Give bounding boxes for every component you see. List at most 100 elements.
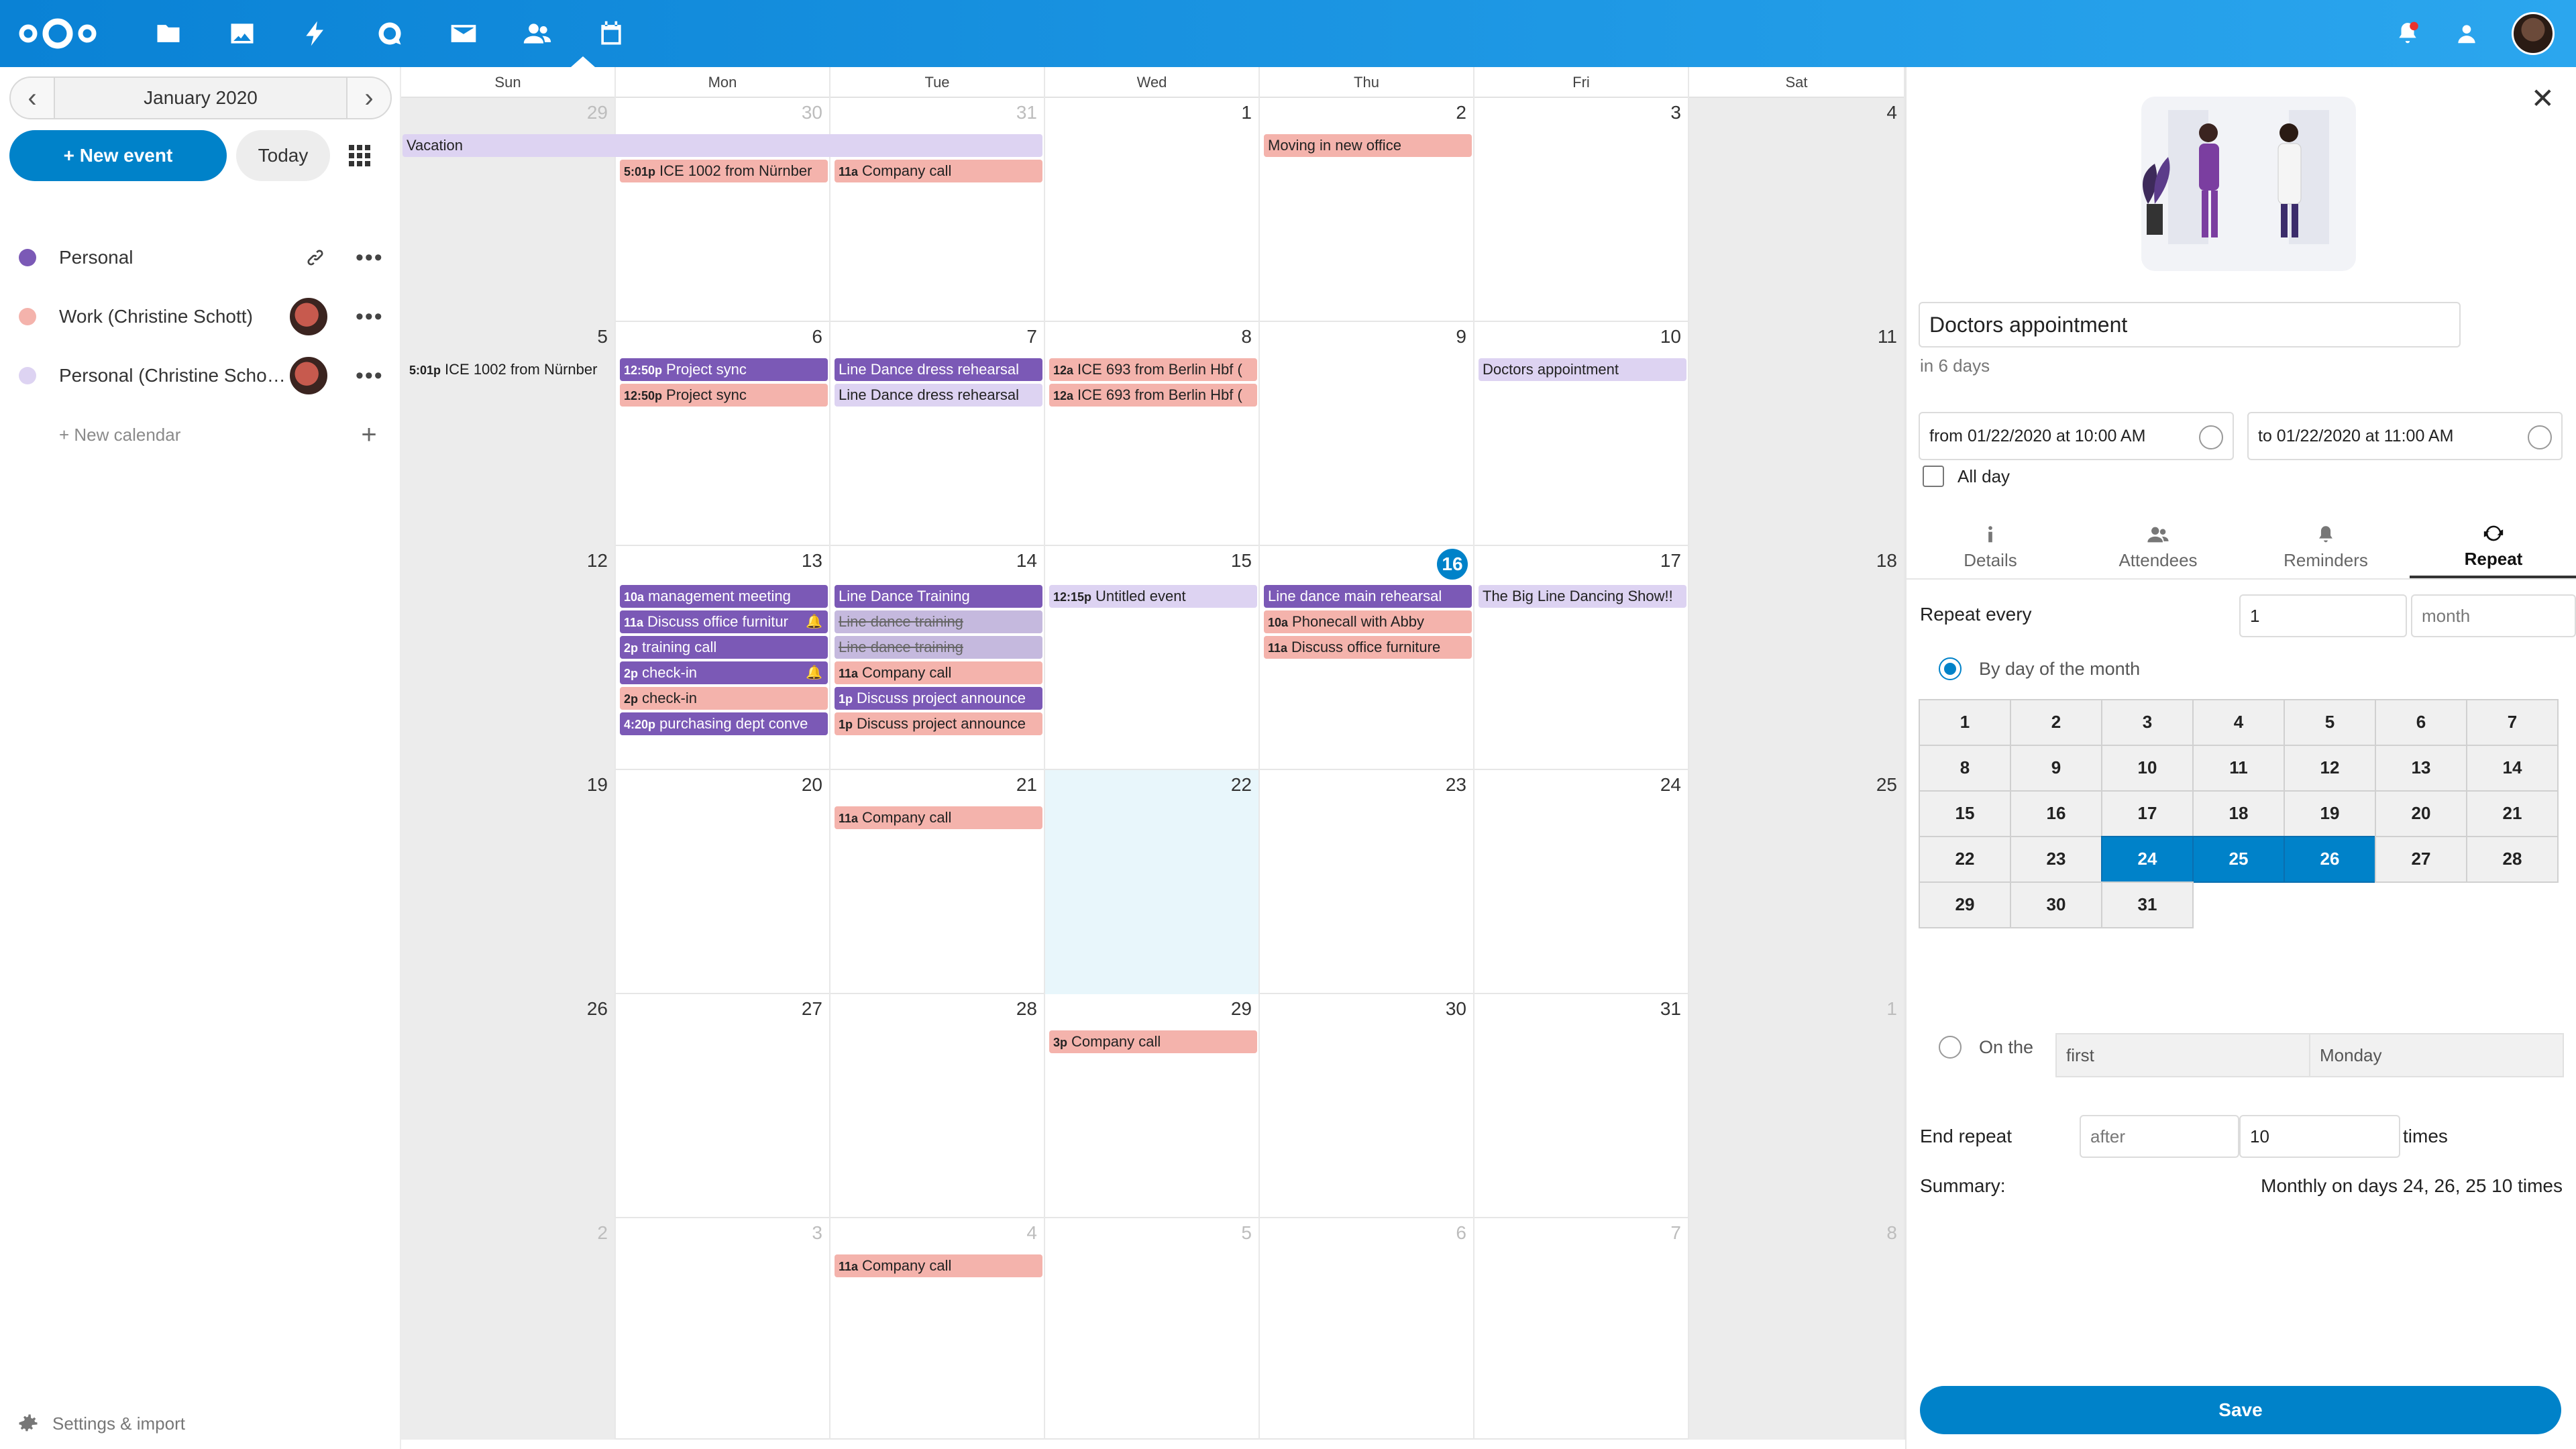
event-project-sync[interactable]: 12:50p Project sync [620,358,828,381]
day-cell[interactable]: 7 [830,322,1045,546]
repeat-interval-input[interactable]: 1 [2239,594,2407,637]
day-cell[interactable]: 17 [1474,546,1689,770]
activity-icon[interactable] [279,12,353,55]
day-cell[interactable]: 2 [401,1218,616,1440]
month-day-option[interactable]: 6 [2375,699,2467,746]
settings-and-import[interactable]: Settings & import [16,1411,185,1436]
day-cell[interactable]: 20 [616,770,830,994]
month-label[interactable]: January 2020 [54,78,347,118]
event-check-in[interactable]: 2p check-in [620,687,828,710]
day-cell[interactable]: 21 [830,770,1045,994]
day-cell[interactable]: 7 [1474,1218,1689,1440]
event-purchasing-dept[interactable]: 4:20p purchasing dept conve [620,712,828,735]
new-calendar-label[interactable]: + New calendar [59,425,356,445]
month-day-option[interactable]: 5 [2284,699,2376,746]
month-day-option[interactable]: 27 [2375,836,2467,883]
day-cell[interactable]: 3 [1474,98,1689,322]
event-company-call[interactable]: 11a Company call [835,160,1042,182]
month-day-option[interactable]: 10 [2101,745,2194,792]
month-day-option[interactable]: 2 [2010,699,2102,746]
month-day-option[interactable]: 3 [2101,699,2194,746]
month-day-option[interactable]: 26 [2284,836,2376,883]
event-company-call[interactable]: 11a Company call [835,806,1042,829]
event-phonecall-abby[interactable]: 10a Phonecall with Abby [1264,610,1472,633]
all-day-checkbox-row[interactable]: All day [1923,466,2010,487]
talk-icon[interactable] [353,12,427,55]
month-day-option[interactable]: 11 [2192,745,2285,792]
day-cell[interactable]: 30 [1260,994,1474,1218]
day-cell[interactable]: 5 [401,322,616,546]
event-line-dance-rehearsal[interactable]: Line Dance dress rehearsal [835,358,1042,381]
end-repeat-mode-select[interactable]: after [2080,1115,2239,1158]
month-day-option[interactable]: 28 [2466,836,2559,883]
timezone-globe-icon[interactable] [2199,425,2223,449]
month-day-option[interactable]: 16 [2010,790,2102,837]
day-cell[interactable]: 2 [1260,98,1474,322]
new-calendar-row[interactable]: + New calendar + [0,405,401,464]
event-line-dance-training-cancelled[interactable]: Line dance training [835,636,1042,659]
event-management-meeting[interactable]: 10a management meeting [620,585,828,608]
calendar-color-dot[interactable] [19,367,36,384]
day-cell[interactable]: 6 [1260,1218,1474,1440]
event-title-input[interactable]: Doctors appointment [1919,302,2461,347]
month-day-option[interactable]: 23 [2010,836,2102,883]
month-day-option[interactable]: 1 [1919,699,2011,746]
day-cell[interactable]: 27 [616,994,830,1218]
day-cell[interactable]: 12 [401,546,616,770]
day-cell[interactable]: 29 [401,98,616,322]
today-button[interactable]: Today [236,130,330,181]
day-cell[interactable]: 26 [401,994,616,1218]
day-cell[interactable]: 1 [1045,98,1260,322]
event-training-call[interactable]: 2p training call [620,636,828,659]
month-day-option[interactable]: 15 [1919,790,2011,837]
more-actions-icon[interactable]: ••• [356,363,382,389]
day-cell[interactable]: 11 [1689,322,1905,546]
calendar-item-personal[interactable]: Personal ••• [0,228,401,287]
day-cell[interactable]: 29 [1045,994,1260,1218]
event-project-sync[interactable]: 12:50p Project sync [620,384,828,407]
day-cell[interactable]: 19 [401,770,616,994]
calendar-color-dot[interactable] [19,249,36,266]
event-ice-693[interactable]: 12a ICE 693 from Berlin Hbf ( [1049,358,1257,381]
event-big-line-dancing-show[interactable]: The Big Line Dancing Show!! [1479,585,1686,608]
on-the-radio[interactable] [1939,1036,1962,1059]
all-day-checkbox[interactable] [1923,466,1944,487]
end-repeat-count-input[interactable]: 10 [2239,1115,2400,1158]
event-company-call[interactable]: 3p Company call [1049,1030,1257,1053]
by-day-of-month-option[interactable]: By day of the month [1939,657,2140,680]
day-cell[interactable]: 24 [1474,770,1689,994]
month-day-option[interactable]: 13 [2375,745,2467,792]
calendar-item-personal-shared[interactable]: Personal (Christine Scho… ••• [0,346,401,405]
calendar-icon[interactable] [574,12,648,55]
photos-icon[interactable] [205,12,279,55]
event-line-dance-training[interactable]: Line Dance Training [835,585,1042,608]
month-day-option[interactable]: 24 [2101,836,2194,883]
event-doctors-appointment[interactable]: Doctors appointment [1479,358,1686,381]
tab-reminders[interactable]: Reminders [2242,515,2410,578]
contacts-menu-icon[interactable] [2453,19,2481,48]
tab-attendees[interactable]: Attendees [2074,515,2242,578]
month-day-option[interactable]: 22 [1919,836,2011,883]
tab-repeat[interactable]: Repeat [2410,515,2576,578]
event-discuss-office-furniture[interactable]: 11a Discuss office furnitur 🔔 [620,610,828,633]
event-company-call[interactable]: 11a Company call [835,1254,1042,1277]
event-line-dance-main-rehearsal[interactable]: Line dance main rehearsal [1264,585,1472,608]
month-day-option[interactable]: 9 [2010,745,2102,792]
share-link-icon[interactable] [302,244,329,271]
calendar-item-work[interactable]: Work (Christine Schott) ••• [0,287,401,346]
view-grid-icon[interactable] [339,136,380,176]
day-cell[interactable]: 18 [1689,546,1905,770]
tab-details[interactable]: Details [1907,515,2074,578]
month-day-option[interactable]: 12 [2284,745,2376,792]
day-cell[interactable]: 28 [830,994,1045,1218]
by-day-radio[interactable] [1939,657,1962,680]
month-day-option[interactable]: 20 [2375,790,2467,837]
day-cell[interactable]: 15 [1045,546,1260,770]
add-icon[interactable]: + [356,420,382,450]
month-day-option[interactable]: 7 [2466,699,2559,746]
repeat-unit-select[interactable]: month [2411,594,2576,637]
selected-day-cell[interactable]: 22 [1045,770,1260,994]
month-day-option[interactable]: 30 [2010,881,2102,928]
event-ice-693[interactable]: 12a ICE 693 from Berlin Hbf ( [1049,384,1257,407]
more-actions-icon[interactable]: ••• [356,245,382,271]
